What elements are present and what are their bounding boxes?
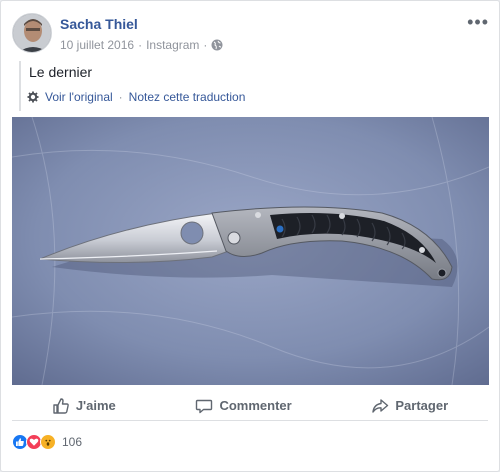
like-label: J'aime — [75, 398, 116, 413]
wow-reaction-icon — [40, 434, 56, 450]
post-actions: J'aime Commenter Partager — [12, 391, 488, 421]
post-meta: 10 juillet 2016 · Instagram · — [60, 38, 223, 52]
post-source[interactable]: Instagram — [146, 38, 199, 52]
more-options-icon[interactable]: ••• — [467, 13, 489, 31]
share-button[interactable]: Partager — [371, 397, 448, 415]
translation-bar: Voir l'original · Notez cette traduction — [27, 90, 245, 104]
reactions-summary[interactable]: 106 — [12, 434, 82, 450]
avatar[interactable] — [12, 13, 52, 53]
share-icon — [372, 398, 389, 413]
post-photo[interactable] — [12, 117, 489, 385]
share-label: Partager — [395, 398, 449, 413]
gear-icon[interactable] — [27, 91, 39, 103]
reaction-count: 106 — [62, 435, 83, 449]
translation-separator: · — [118, 90, 123, 104]
comment-button[interactable]: Commenter — [195, 397, 292, 415]
like-button[interactable]: J'aime — [52, 397, 116, 415]
meta-separator: · — [138, 38, 143, 52]
post-body: Le dernier Voir l'original · Notez cette… — [19, 61, 419, 111]
post-message: Le dernier — [29, 64, 93, 80]
post-card: Sacha Thiel 10 juillet 2016 · Instagram … — [0, 0, 500, 472]
comment-icon — [196, 399, 213, 413]
see-original-link[interactable]: Voir l'original — [45, 90, 113, 104]
post-date[interactable]: 10 juillet 2016 — [60, 38, 134, 52]
rate-translation-link[interactable]: Notez cette traduction — [129, 90, 246, 104]
author-name[interactable]: Sacha Thiel — [60, 16, 138, 32]
comment-label: Commenter — [219, 398, 292, 413]
post-header: Sacha Thiel 10 juillet 2016 · Instagram … — [12, 13, 489, 57]
meta-separator: · — [203, 38, 208, 52]
globe-icon[interactable] — [211, 39, 223, 51]
thumbs-up-icon — [53, 397, 69, 414]
